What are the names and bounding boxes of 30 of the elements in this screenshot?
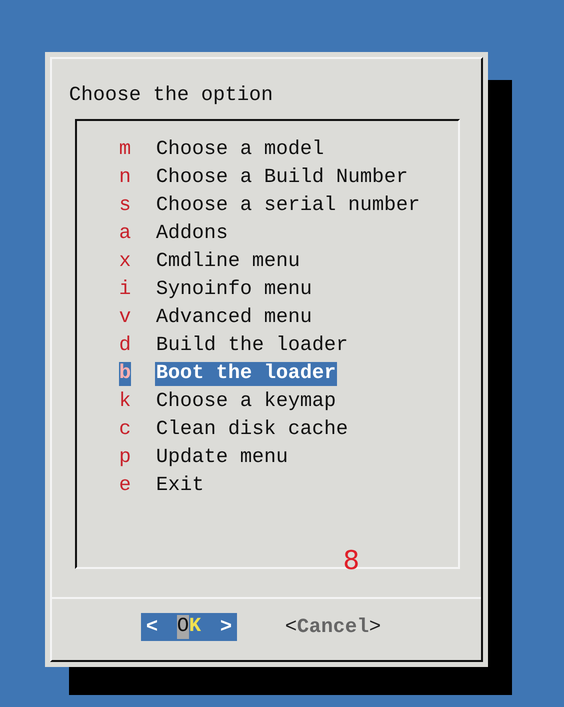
menu-item[interactable]: Synoinfo menu <box>155 278 314 302</box>
annotation-number: 8 <box>343 547 360 575</box>
menu-item[interactable]: Choose a Build Number <box>155 166 410 190</box>
menu-item[interactable]: Addons <box>155 222 230 246</box>
hotkey-letter: s <box>119 194 131 218</box>
hotkey-letter: d <box>119 334 131 358</box>
menu-item[interactable]: Advanced menu <box>155 306 314 330</box>
hotkey-letter: n <box>119 166 131 190</box>
menu-item[interactable]: Choose a keymap <box>155 390 338 414</box>
hotkey-letter: p <box>119 446 131 470</box>
hotkey-letter: v <box>119 306 131 330</box>
hotkey-letter: b <box>119 362 131 386</box>
menu-item[interactable]: Cmdline menu <box>155 250 302 274</box>
hotkey-letter: i <box>119 278 131 302</box>
menu-item[interactable]: Choose a model <box>155 138 326 162</box>
dialog-prompt: Choose the option <box>69 84 274 108</box>
hotkey-letter: c <box>119 418 131 442</box>
menu-item[interactable]: Exit <box>155 474 206 498</box>
menu-item[interactable]: Update menu <box>155 446 290 470</box>
ok-button[interactable]: < OK > <box>141 613 237 641</box>
menu-item[interactable]: Boot the loader <box>155 362 338 386</box>
hotkey-letter: k <box>119 390 131 414</box>
menu-item[interactable]: Choose a serial number <box>155 194 422 218</box>
menu-item[interactable]: Build the loader <box>155 334 350 358</box>
cancel-button[interactable]: <Cancel> <box>285 613 382 641</box>
hotkey-letter: x <box>119 250 131 274</box>
menu-item[interactable]: Clean disk cache <box>155 418 350 442</box>
hotkey-letter: e <box>119 474 131 498</box>
hotkey-letter: a <box>119 222 131 246</box>
hotkey-letter: m <box>119 138 131 162</box>
